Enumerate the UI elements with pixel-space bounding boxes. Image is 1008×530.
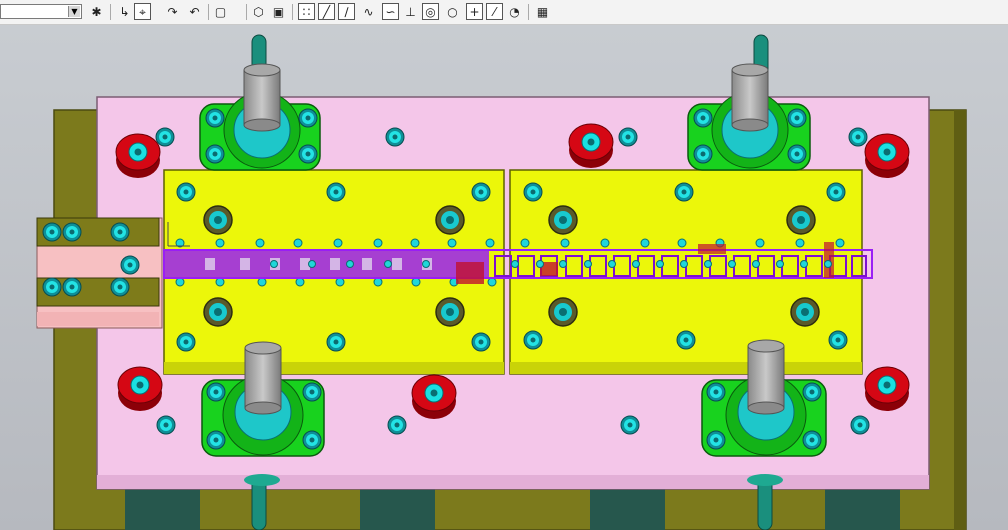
- bolt: [42, 277, 62, 297]
- bolt: [676, 330, 696, 350]
- bolt: [62, 277, 82, 297]
- bolt: [674, 182, 694, 202]
- line-icon[interactable]: ╱: [318, 3, 335, 20]
- bolt: [787, 108, 807, 128]
- grid-icon[interactable]: ▦: [534, 3, 551, 20]
- bolt: [206, 382, 226, 402]
- bolt: [110, 222, 130, 242]
- stop-block: [115, 133, 161, 179]
- circle-center-icon[interactable]: ○: [444, 3, 461, 20]
- bolt: [471, 332, 491, 352]
- bolt: [850, 415, 870, 435]
- cad-toolbar: ▼ ✱ ↳ ⌖ ↷ ↶ ▢ ⬡ ▣ ∷ ╱ ∕ ∿ ∽ ⊥ ◎ ○ + ⁄ ◔ …: [0, 0, 1008, 25]
- bolt: [471, 182, 491, 202]
- layer-dropdown[interactable]: ▼: [0, 4, 82, 19]
- bolt: [802, 430, 822, 450]
- pan-icon[interactable]: ↶: [186, 3, 203, 20]
- wireframe-icon[interactable]: ⬡: [250, 3, 267, 20]
- bolt: [828, 330, 848, 350]
- box-select-icon[interactable]: ▢: [212, 3, 229, 20]
- bolt: [298, 108, 318, 128]
- toolbar-divider: [528, 4, 529, 20]
- bolt: [618, 127, 638, 147]
- die-plate-edge: [97, 475, 929, 489]
- pilot-hole: [203, 205, 233, 235]
- bolt: [298, 144, 318, 164]
- rotate-icon[interactable]: ↷: [164, 3, 181, 20]
- bolt: [523, 330, 543, 350]
- bolt: [326, 182, 346, 202]
- curve-icon[interactable]: ∿: [360, 3, 377, 20]
- toolbar-divider: [208, 4, 209, 20]
- bolt: [176, 332, 196, 352]
- pilot-hole: [548, 297, 578, 327]
- toolbar-divider: [292, 4, 293, 20]
- tangent-icon[interactable]: ⁄: [486, 3, 503, 20]
- insert-plate-left-edge: [164, 362, 504, 374]
- stop-block: [411, 374, 457, 420]
- insert-plate-right-edge: [510, 362, 862, 374]
- crosshair-icon[interactable]: +: [466, 3, 483, 20]
- rod-collar: [747, 474, 783, 486]
- bolt: [693, 108, 713, 128]
- stop-block: [864, 366, 910, 412]
- circle-icon[interactable]: ◎: [422, 3, 439, 20]
- select-icon[interactable]: ⌖: [134, 3, 151, 20]
- arc-line-icon[interactable]: ∕: [338, 3, 355, 20]
- bolt: [205, 108, 225, 128]
- bolt: [302, 382, 322, 402]
- bolt: [620, 415, 640, 435]
- bolt: [826, 182, 846, 202]
- bolt: [42, 222, 62, 242]
- bolt: [326, 332, 346, 352]
- bolt: [848, 127, 868, 147]
- render-icon[interactable]: ✱: [88, 3, 105, 20]
- bolt: [155, 127, 175, 147]
- bolt: [206, 430, 226, 450]
- pilot-hole: [435, 205, 465, 235]
- perpendicular-icon[interactable]: ⊥: [402, 3, 419, 20]
- bolt: [120, 255, 140, 275]
- analysis-icon[interactable]: ◔: [506, 3, 523, 20]
- pilot-hole: [786, 205, 816, 235]
- base-plate-edge: [954, 110, 966, 530]
- pilot-hole: [435, 297, 465, 327]
- stop-block: [864, 133, 910, 179]
- bolt: [802, 382, 822, 402]
- bolt: [110, 277, 130, 297]
- bolt: [156, 415, 176, 435]
- bolt: [62, 222, 82, 242]
- toolbar-divider: [110, 4, 111, 20]
- shaded-cube-icon[interactable]: ▣: [270, 3, 287, 20]
- bolt: [387, 415, 407, 435]
- bolt: [787, 144, 807, 164]
- bolt: [693, 144, 713, 164]
- bolt: [205, 144, 225, 164]
- bolt: [302, 430, 322, 450]
- pilot-hole: [790, 297, 820, 327]
- pilot-hole: [203, 297, 233, 327]
- stop-block: [568, 123, 614, 169]
- feeder-base: [37, 312, 159, 326]
- pilot-hole: [548, 205, 578, 235]
- chevron-down-icon[interactable]: ▼: [68, 6, 80, 17]
- bolt: [523, 182, 543, 202]
- point-icon[interactable]: ∷: [298, 3, 315, 20]
- toolbar-divider: [246, 4, 247, 20]
- cad-viewport[interactable]: [0, 25, 1008, 530]
- snap-icon[interactable]: ↳: [116, 3, 133, 20]
- bolt: [706, 382, 726, 402]
- bolt: [706, 430, 726, 450]
- bolt: [385, 127, 405, 147]
- stop-block: [117, 366, 163, 412]
- spline-icon[interactable]: ∽: [382, 3, 399, 20]
- rod-collar: [244, 474, 280, 486]
- bolt: [176, 182, 196, 202]
